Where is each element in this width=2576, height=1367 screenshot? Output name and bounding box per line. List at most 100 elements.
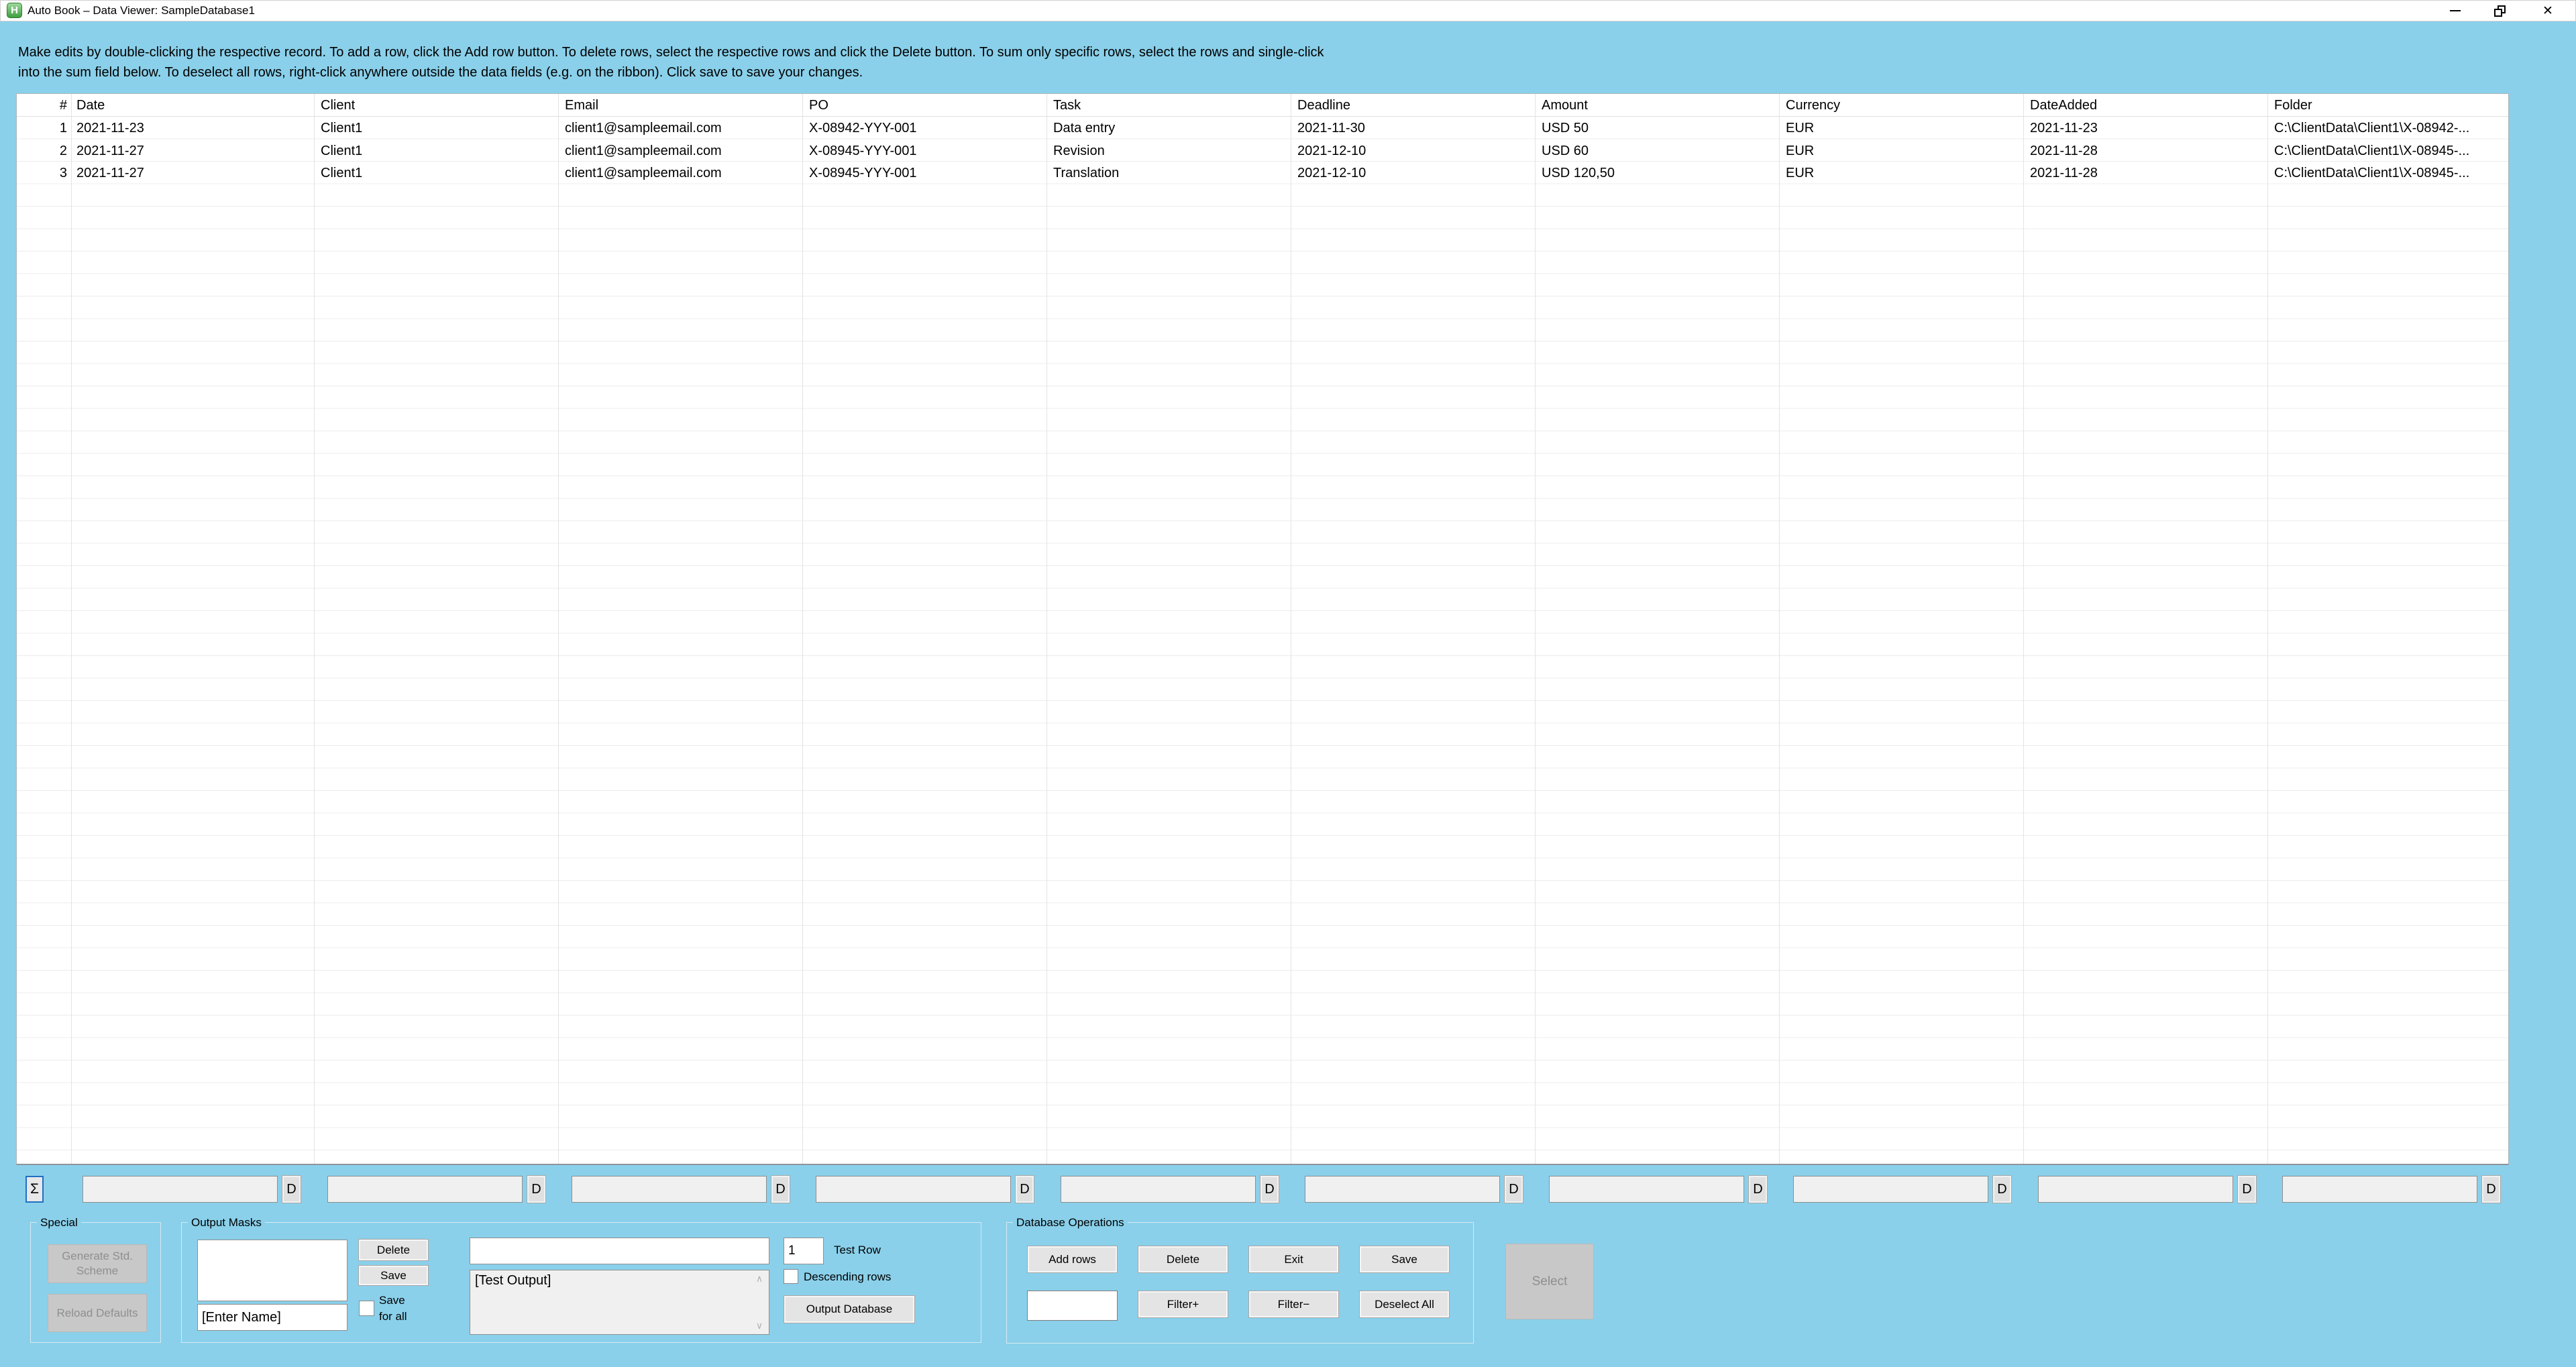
table-row[interactable]: 3 2021-11-27 Client1 client1@sampleemail… [17, 162, 2508, 184]
sum-field-amount[interactable] [1549, 1176, 1744, 1203]
sum-field-client[interactable] [327, 1176, 523, 1203]
col-header-client: Client [321, 94, 355, 117]
sum-field-po[interactable] [816, 1176, 1011, 1203]
chevron-down-icon[interactable]: ∨ [753, 1320, 765, 1331]
generate-std-scheme-button[interactable]: Generate Std. Scheme [48, 1244, 147, 1283]
mask-name-input[interactable] [197, 1304, 347, 1331]
cell-po[interactable]: X-08945-YYY-001 [809, 140, 917, 162]
cell-date[interactable]: 2021-11-27 [76, 140, 144, 162]
cell-task[interactable]: Translation [1053, 162, 1119, 184]
col-header-folder: Folder [2274, 94, 2312, 117]
filter-plus-button[interactable]: Filter+ [1138, 1291, 1228, 1318]
sum-d-button-task[interactable]: D [1260, 1176, 1279, 1203]
sum-d-button-deadline[interactable]: D [1505, 1176, 1523, 1203]
chevron-up-icon[interactable]: ∧ [753, 1273, 765, 1284]
output-database-button[interactable]: Output Database [784, 1295, 915, 1323]
db-save-button[interactable]: Save [1359, 1246, 1450, 1273]
table-row[interactable]: 2 2021-11-27 Client1 client1@sampleemail… [17, 140, 2508, 162]
select-button[interactable]: Select [1505, 1244, 1594, 1319]
col-header-email: Email [565, 94, 598, 117]
restore-button[interactable] [2481, 0, 2518, 21]
sum-d-button-folder[interactable]: D [2482, 1176, 2500, 1203]
cell-folder[interactable]: C:\ClientData\Client1\X-08945-... [2274, 140, 2469, 162]
test-output-box[interactable]: [Test Output] ∧ ∨ [470, 1270, 769, 1335]
sum-field-deadline[interactable] [1305, 1176, 1500, 1203]
sum-d-button-date[interactable]: D [282, 1176, 301, 1203]
save-for-all-checkbox[interactable] [359, 1301, 374, 1316]
test-row-label: Test Row [834, 1244, 881, 1257]
reload-defaults-button[interactable]: Reload Defaults [48, 1294, 147, 1332]
minimize-icon [2450, 10, 2461, 11]
cell-dateadded[interactable]: 2021-11-23 [2030, 117, 2098, 140]
cell-currency[interactable]: EUR [1786, 117, 1814, 140]
sum-d-button-amount[interactable]: D [1749, 1176, 1767, 1203]
cell-client[interactable]: Client1 [321, 117, 362, 140]
cell-po[interactable]: X-08945-YYY-001 [809, 162, 917, 184]
app-icon: H [7, 3, 22, 18]
database-operations-group-label: Database Operations [1013, 1215, 1128, 1230]
descending-rows-checkbox[interactable] [784, 1269, 798, 1284]
table-grid [17, 117, 2508, 1164]
sum-d-button-email[interactable]: D [771, 1176, 790, 1203]
minimize-button[interactable] [2436, 0, 2474, 21]
mask-delete-button[interactable]: Delete [358, 1239, 429, 1261]
close-button[interactable]: ✕ [2529, 0, 2567, 21]
cell-date[interactable]: 2021-11-23 [76, 117, 144, 140]
mask-listbox[interactable] [197, 1240, 347, 1301]
cell-folder[interactable]: C:\ClientData\Client1\X-08945-... [2274, 162, 2469, 184]
cell-deadline[interactable]: 2021-11-30 [1297, 117, 1365, 140]
cell-amount[interactable]: USD 120,50 [1542, 162, 1615, 184]
cell-date[interactable]: 2021-11-27 [76, 162, 144, 184]
cell-email[interactable]: client1@sampleemail.com [565, 162, 722, 184]
cell-folder[interactable]: C:\ClientData\Client1\X-08942-... [2274, 117, 2469, 140]
deselect-all-button[interactable]: Deselect All [1359, 1291, 1450, 1318]
sum-field-dateadded[interactable] [2038, 1176, 2233, 1203]
output-masks-group-label: Output Masks [188, 1215, 265, 1230]
instruction-line-2: into the sum field below. To deselect al… [18, 62, 1642, 83]
cell-amount[interactable]: USD 50 [1542, 117, 1589, 140]
cell-email[interactable]: client1@sampleemail.com [565, 140, 722, 162]
sum-d-button-currency[interactable]: D [1993, 1176, 2011, 1203]
cell-po[interactable]: X-08942-YYY-001 [809, 117, 917, 140]
table-header-row: # Date Client Email PO Task Deadline Amo… [17, 94, 2508, 117]
mask-save-button[interactable]: Save [358, 1265, 429, 1286]
sum-sigma-button[interactable]: Σ [25, 1176, 44, 1203]
col-header-task: Task [1053, 94, 1081, 117]
test-row-input[interactable] [784, 1238, 824, 1264]
mask-preview-input[interactable] [470, 1238, 769, 1264]
sum-d-button-po[interactable]: D [1016, 1176, 1034, 1203]
save-for-all-label: Save for all [379, 1293, 407, 1325]
cell-deadline[interactable]: 2021-12-10 [1297, 162, 1366, 184]
cell-currency[interactable]: EUR [1786, 162, 1814, 184]
cell-dateadded[interactable]: 2021-11-28 [2030, 140, 2098, 162]
filter-minus-button[interactable]: Filter− [1248, 1291, 1339, 1318]
sum-d-button-dateadded[interactable]: D [2238, 1176, 2256, 1203]
special-group-label: Special [37, 1215, 81, 1230]
sum-field-date[interactable] [83, 1176, 278, 1203]
table-row[interactable]: 1 2021-11-23 Client1 client1@sampleemail… [17, 117, 2508, 140]
sum-row: Σ D D D D D D D D D D [0, 1176, 2576, 1203]
cell-dateadded[interactable]: 2021-11-28 [2030, 162, 2098, 184]
db-delete-button[interactable]: Delete [1138, 1246, 1228, 1273]
sum-d-button-client[interactable]: D [527, 1176, 545, 1203]
cell-task[interactable]: Data entry [1053, 117, 1115, 140]
add-rows-button[interactable]: Add rows [1027, 1246, 1118, 1273]
sum-field-task[interactable] [1061, 1176, 1256, 1203]
filter-input[interactable] [1027, 1291, 1118, 1321]
exit-button[interactable]: Exit [1248, 1246, 1339, 1273]
descending-rows-label: Descending rows [804, 1270, 891, 1284]
cell-client[interactable]: Client1 [321, 162, 362, 184]
sum-field-folder[interactable] [2282, 1176, 2477, 1203]
titlebar: H Auto Book – Data Viewer: SampleDatabas… [0, 0, 2576, 21]
sum-field-currency[interactable] [1793, 1176, 1988, 1203]
test-output-text: [Test Output] [475, 1273, 551, 1289]
cell-amount[interactable]: USD 60 [1542, 140, 1589, 162]
cell-client[interactable]: Client1 [321, 140, 362, 162]
cell-deadline[interactable]: 2021-12-10 [1297, 140, 1366, 162]
sum-field-email[interactable] [572, 1176, 767, 1203]
cell-currency[interactable]: EUR [1786, 140, 1814, 162]
cell-task[interactable]: Revision [1053, 140, 1105, 162]
cell-email[interactable]: client1@sampleemail.com [565, 117, 722, 140]
row-number: 3 [39, 162, 67, 184]
col-header-currency: Currency [1786, 94, 1840, 117]
